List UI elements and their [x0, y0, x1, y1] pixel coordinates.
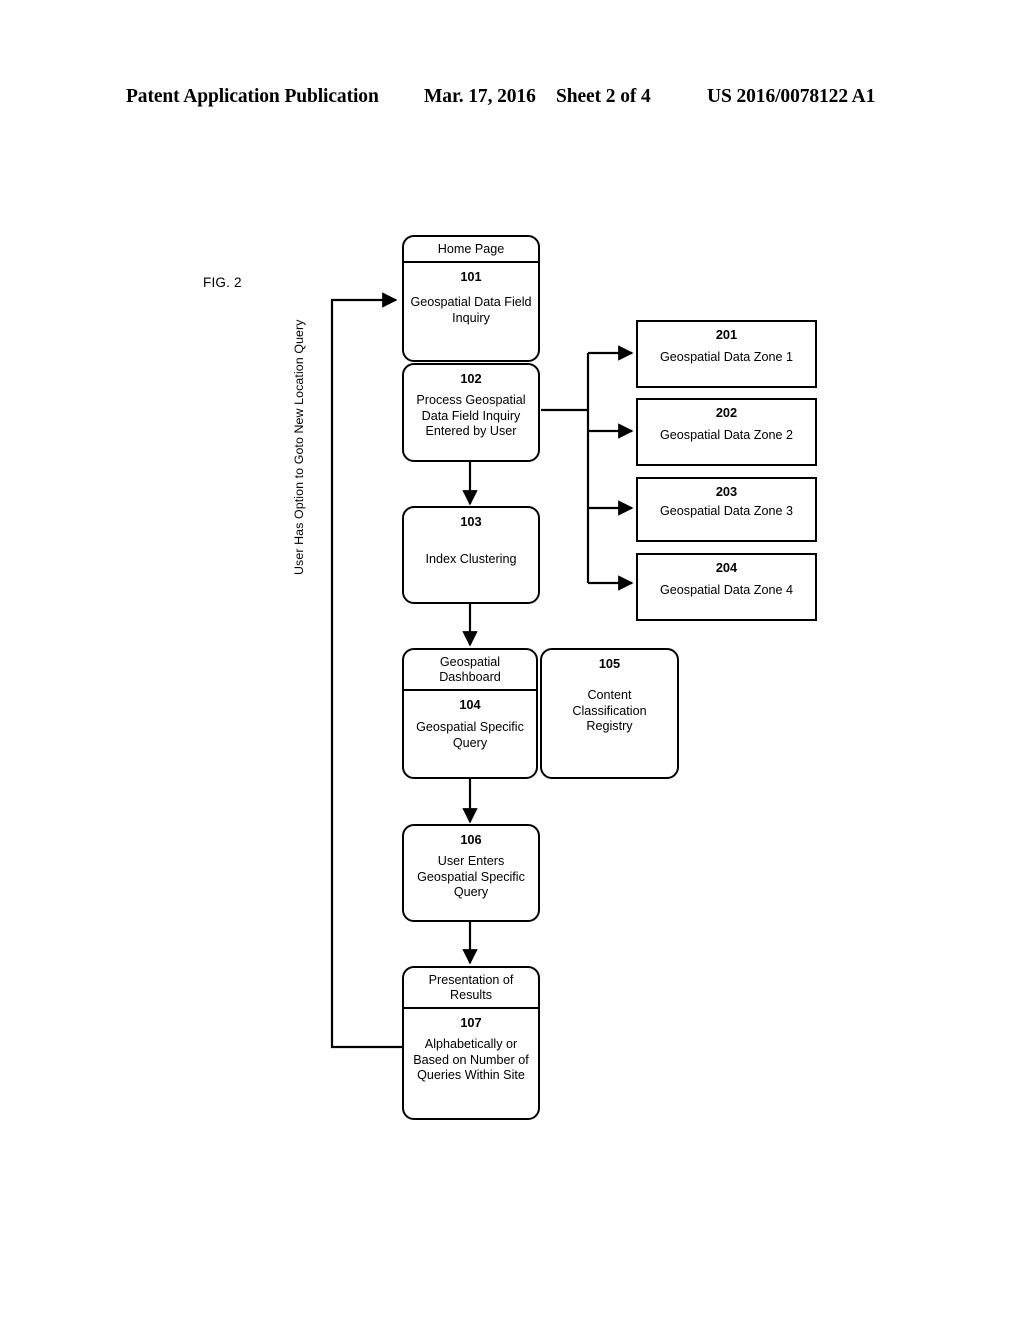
flow-node-102-body: 102 Process Geospatial Data Field Inquir…: [404, 365, 538, 460]
feedback-loop-caption: User Has Option to Goto New Location Que…: [292, 319, 306, 575]
flow-node-107[interactable]: Presentation of Results 107 Alphabetical…: [402, 966, 540, 1120]
zone-node-204[interactable]: 204 Geospatial Data Zone 4: [636, 553, 817, 621]
flow-node-106-body: 106 User Enters Geospatial Specific Quer…: [404, 826, 538, 920]
flow-node-102-id: 102: [460, 371, 482, 386]
flow-node-103-text: Index Clustering: [425, 552, 517, 566]
zone-node-202-id: 202: [715, 405, 738, 420]
zone-node-203[interactable]: 203 Geospatial Data Zone 3: [636, 477, 817, 542]
flow-node-103-id: 103: [460, 514, 482, 529]
zone-node-204-id: 204: [715, 560, 738, 575]
zone-node-201-body: 201 Geospatial Data Zone 1: [638, 322, 815, 386]
flow-node-103[interactable]: 103 Index Clustering: [402, 506, 540, 604]
zone-node-204-text: Geospatial Data Zone 4: [659, 583, 793, 597]
zone-node-201[interactable]: 201 Geospatial Data Zone 1: [636, 320, 817, 388]
feedback-loop-connector: [330, 292, 402, 1049]
zone-node-201-text: Geospatial Data Zone 1: [659, 350, 793, 364]
flow-node-102[interactable]: 102 Process Geospatial Data Field Inquir…: [402, 363, 540, 462]
flow-node-104-text: Geospatial Specific Query: [416, 720, 524, 750]
flow-node-102-text: Process Geospatial Data Field Inquiry En…: [416, 393, 526, 438]
zone-node-203-text: Geospatial Data Zone 3: [659, 504, 793, 518]
zone-node-202-body: 202 Geospatial Data Zone 2: [638, 400, 815, 464]
flow-node-105-text: Content Classification Registry: [572, 688, 647, 733]
zone-node-202-text: Geospatial Data Zone 2: [659, 428, 793, 442]
flow-node-104[interactable]: Geospatial Dashboard 104 Geospatial Spec…: [402, 648, 538, 779]
zone-node-202[interactable]: 202 Geospatial Data Zone 2: [636, 398, 817, 466]
flow-node-103-body: 103 Index Clustering: [404, 508, 538, 602]
flow-node-107-id: 107: [460, 1015, 482, 1030]
flow-node-107-header: Presentation of Results: [404, 968, 538, 1009]
zone-node-201-id: 201: [715, 327, 738, 342]
zone-node-203-body: 203 Geospatial Data Zone 3: [638, 479, 815, 540]
flow-node-106-text: User Enters Geospatial Specific Query: [417, 854, 525, 899]
flow-node-105[interactable]: 105 Content Classification Registry: [540, 648, 679, 779]
zone-node-203-id: 203: [715, 484, 738, 499]
flow-node-107-text: Alphabetically or Based on Number of Que…: [413, 1037, 529, 1082]
flow-node-101-body: 101 Geospatial Data Field Inquiry: [404, 263, 538, 360]
flow-node-104-body: 104 Geospatial Specific Query: [404, 691, 536, 777]
flow-node-106[interactable]: 106 User Enters Geospatial Specific Quer…: [402, 824, 540, 922]
flow-node-105-id: 105: [598, 656, 621, 671]
zone-node-204-body: 204 Geospatial Data Zone 4: [638, 555, 815, 619]
flow-node-104-id: 104: [459, 697, 481, 712]
flow-node-101-id: 101: [460, 269, 482, 284]
flow-node-104-header: Geospatial Dashboard: [404, 650, 536, 691]
flow-node-107-body: 107 Alphabetically or Based on Number of…: [404, 1009, 538, 1118]
flow-node-101[interactable]: Home Page 101 Geospatial Data Field Inqu…: [402, 235, 540, 362]
flow-node-106-id: 106: [460, 832, 482, 847]
flow-node-101-text: Geospatial Data Field Inquiry: [410, 295, 532, 325]
flow-node-105-body: 105 Content Classification Registry: [542, 650, 677, 777]
flow-node-101-header: Home Page: [404, 237, 538, 263]
